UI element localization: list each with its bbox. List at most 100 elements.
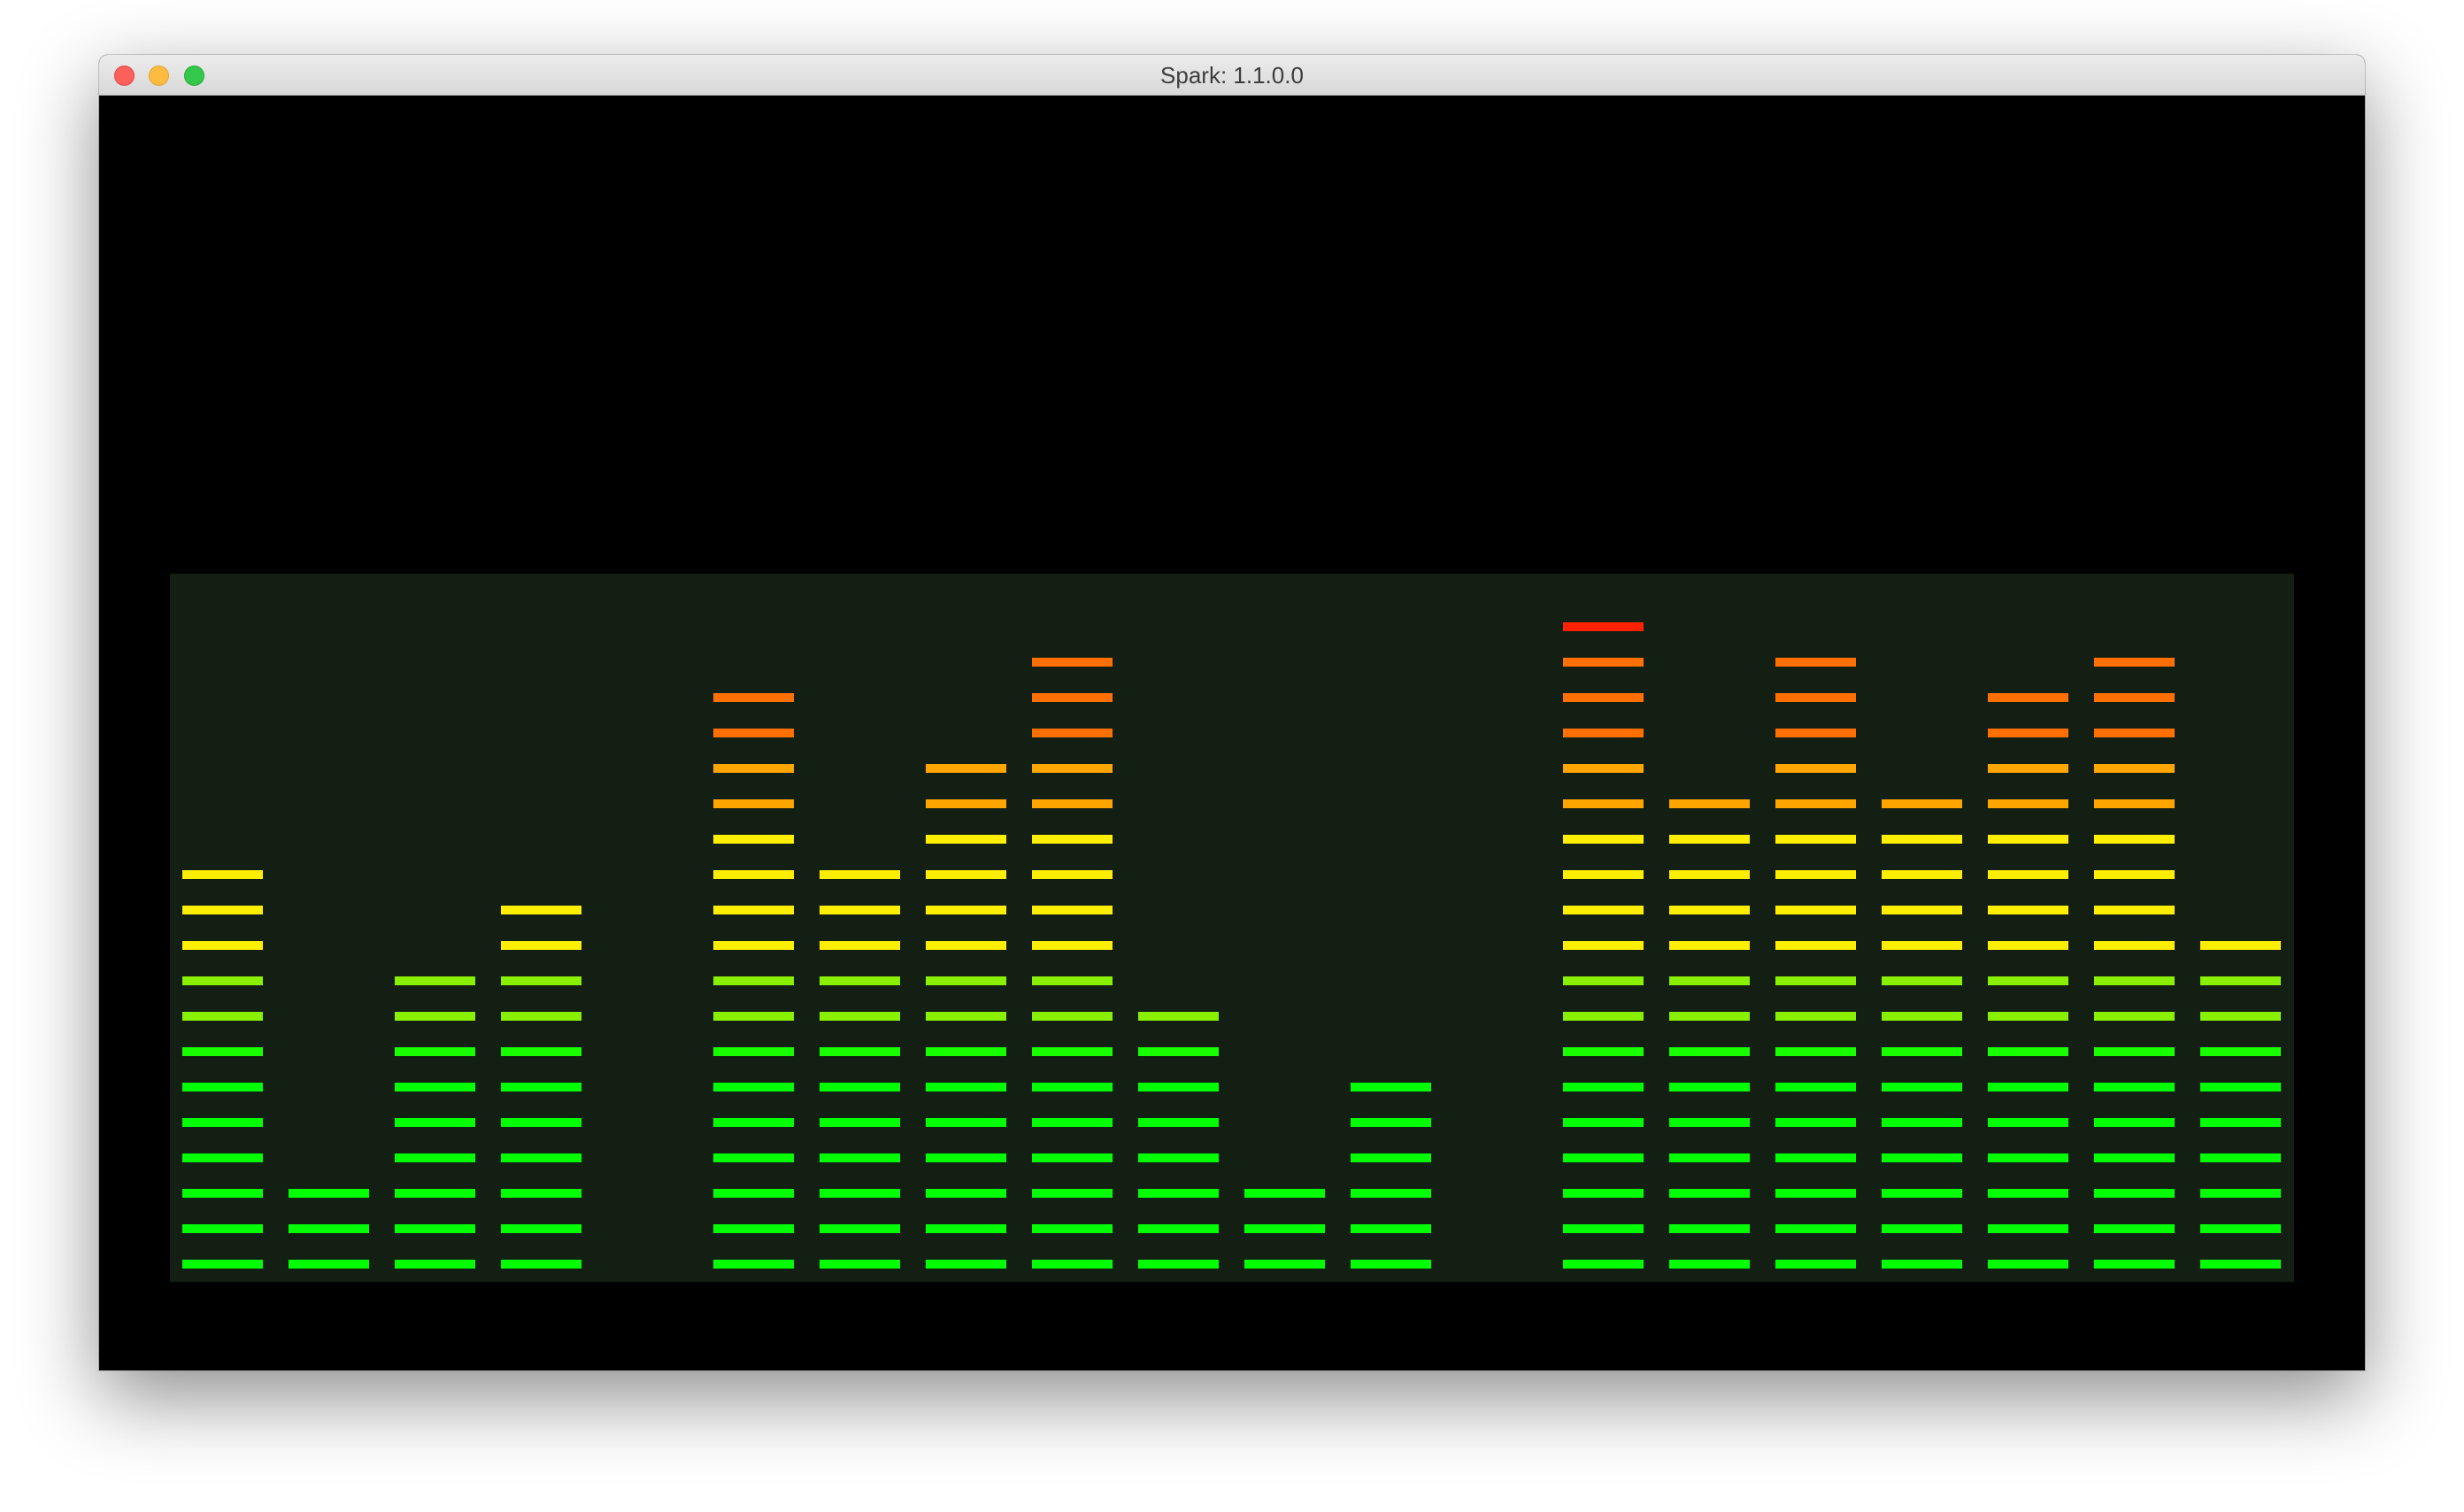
equalizer-band [1988, 693, 2068, 1269]
equalizer-segment [1032, 1083, 1113, 1092]
equalizer-segment [713, 835, 794, 844]
equalizer-segment [1032, 941, 1113, 950]
equalizer-band [926, 764, 1006, 1269]
equalizer-segment [1669, 1189, 1750, 1198]
equalizer-segment [501, 906, 581, 914]
equalizer-segment [2094, 1189, 2175, 1198]
equalizer-segment [1882, 1260, 1962, 1269]
equalizer-segment [1138, 1189, 1219, 1198]
equalizer-segment [713, 1153, 794, 1162]
equalizer-segment [501, 1047, 581, 1056]
equalizer-segment [926, 1118, 1006, 1127]
equalizer-segment [713, 1189, 794, 1198]
equalizer-segment [713, 941, 794, 950]
equalizer-band [1775, 658, 1856, 1269]
equalizer-segment [182, 976, 263, 985]
equalizer-segment [713, 1224, 794, 1233]
equalizer-segment [820, 1260, 900, 1269]
equalizer-segment [1351, 1118, 1431, 1127]
equalizer-segment [926, 941, 1006, 950]
title-bar[interactable]: Spark: 1.1.0.0 [99, 55, 2365, 96]
equalizer-segment [1032, 1224, 1113, 1233]
equalizer-segment [1032, 1012, 1113, 1021]
equalizer-segment [1988, 764, 2068, 773]
equalizer-band [182, 870, 263, 1269]
equalizer-segment [182, 1153, 263, 1162]
equalizer-segment [1032, 1118, 1113, 1127]
equalizer-segment [713, 1260, 794, 1269]
equalizer-segment [1563, 799, 1644, 808]
equalizer-segment [1138, 1012, 1219, 1021]
equalizer-segment [182, 1118, 263, 1127]
equalizer-band [1244, 1189, 1325, 1269]
equalizer-segment [1032, 693, 1113, 702]
equalizer-segment [1669, 941, 1750, 950]
equalizer-segment [926, 1083, 1006, 1092]
equalizer-segment [1032, 835, 1113, 844]
equalizer-segment [182, 1224, 263, 1233]
equalizer-band [1669, 799, 1750, 1269]
app-window: Spark: 1.1.0.0 [99, 55, 2365, 1370]
equalizer-segment [926, 1012, 1006, 1021]
equalizer-segment [1882, 941, 1962, 950]
equalizer-segment [713, 870, 794, 879]
equalizer-segment [395, 1083, 475, 1092]
equalizer-segment [1882, 1153, 1962, 1162]
equalizer-segment [1775, 764, 1856, 773]
equalizer-segment [2200, 1118, 2281, 1127]
equalizer-segment [1775, 658, 1856, 667]
equalizer-segment [1563, 693, 1644, 702]
equalizer-segment [1351, 1083, 1431, 1092]
equalizer-band [2094, 658, 2175, 1269]
equalizer-segment [2200, 1189, 2281, 1198]
equalizer-segment [1669, 1012, 1750, 1021]
equalizer-segment [713, 1012, 794, 1021]
equalizer-segment [2200, 1083, 2281, 1092]
equalizer-segment [1775, 835, 1856, 844]
equalizer-segment [1882, 1012, 1962, 1021]
equalizer-segment [182, 1260, 263, 1269]
equalizer-segment [820, 1118, 900, 1127]
equalizer-segment [1775, 1118, 1856, 1127]
equalizer-segment [1988, 976, 2068, 985]
equalizer-segment [713, 799, 794, 808]
equalizer-segment [1669, 835, 1750, 844]
equalizer-segment [1138, 1118, 1219, 1127]
equalizer-segment [1563, 1224, 1644, 1233]
equalizer-segment [501, 1189, 581, 1198]
equalizer-segment [1563, 906, 1644, 914]
equalizer-segment [926, 799, 1006, 808]
equalizer-segment [1563, 941, 1644, 950]
equalizer-segment [1775, 1012, 1856, 1021]
equalizer-segment [926, 906, 1006, 914]
equalizer-segment [289, 1260, 369, 1269]
equalizer-segment [1775, 1153, 1856, 1162]
window-title: Spark: 1.1.0.0 [1160, 62, 1304, 89]
equalizer-segment [1032, 870, 1113, 879]
equalizer-segment [1775, 693, 1856, 702]
equalizer-segment [1244, 1224, 1325, 1233]
equalizer-segment [1988, 835, 2068, 844]
equalizer-segment [1988, 1047, 2068, 1056]
equalizer-segment [1775, 906, 1856, 914]
equalizer-segment [1351, 1153, 1431, 1162]
equalizer-band [501, 906, 581, 1269]
equalizer-segment [1351, 1260, 1431, 1269]
equalizer-segment [2200, 1153, 2281, 1162]
equalizer-band [820, 870, 900, 1269]
equalizer-segment [820, 1047, 900, 1056]
equalizer-segment [1775, 799, 1856, 808]
equalizer-segment [1775, 1260, 1856, 1269]
equalizer-segment [2094, 1012, 2175, 1021]
equalizer-segment [926, 1153, 1006, 1162]
equalizer-segment [1669, 1224, 1750, 1233]
equalizer-segment [182, 1047, 263, 1056]
equalizer-segment [289, 1189, 369, 1198]
equalizer-segment [2094, 835, 2175, 844]
equalizer-segment [1032, 1047, 1113, 1056]
equalizer-band [1138, 1012, 1219, 1269]
equalizer-band [289, 1189, 369, 1269]
equalizer-segment [501, 976, 581, 985]
equalizer-segment [926, 976, 1006, 985]
equalizer-segment [926, 870, 1006, 879]
